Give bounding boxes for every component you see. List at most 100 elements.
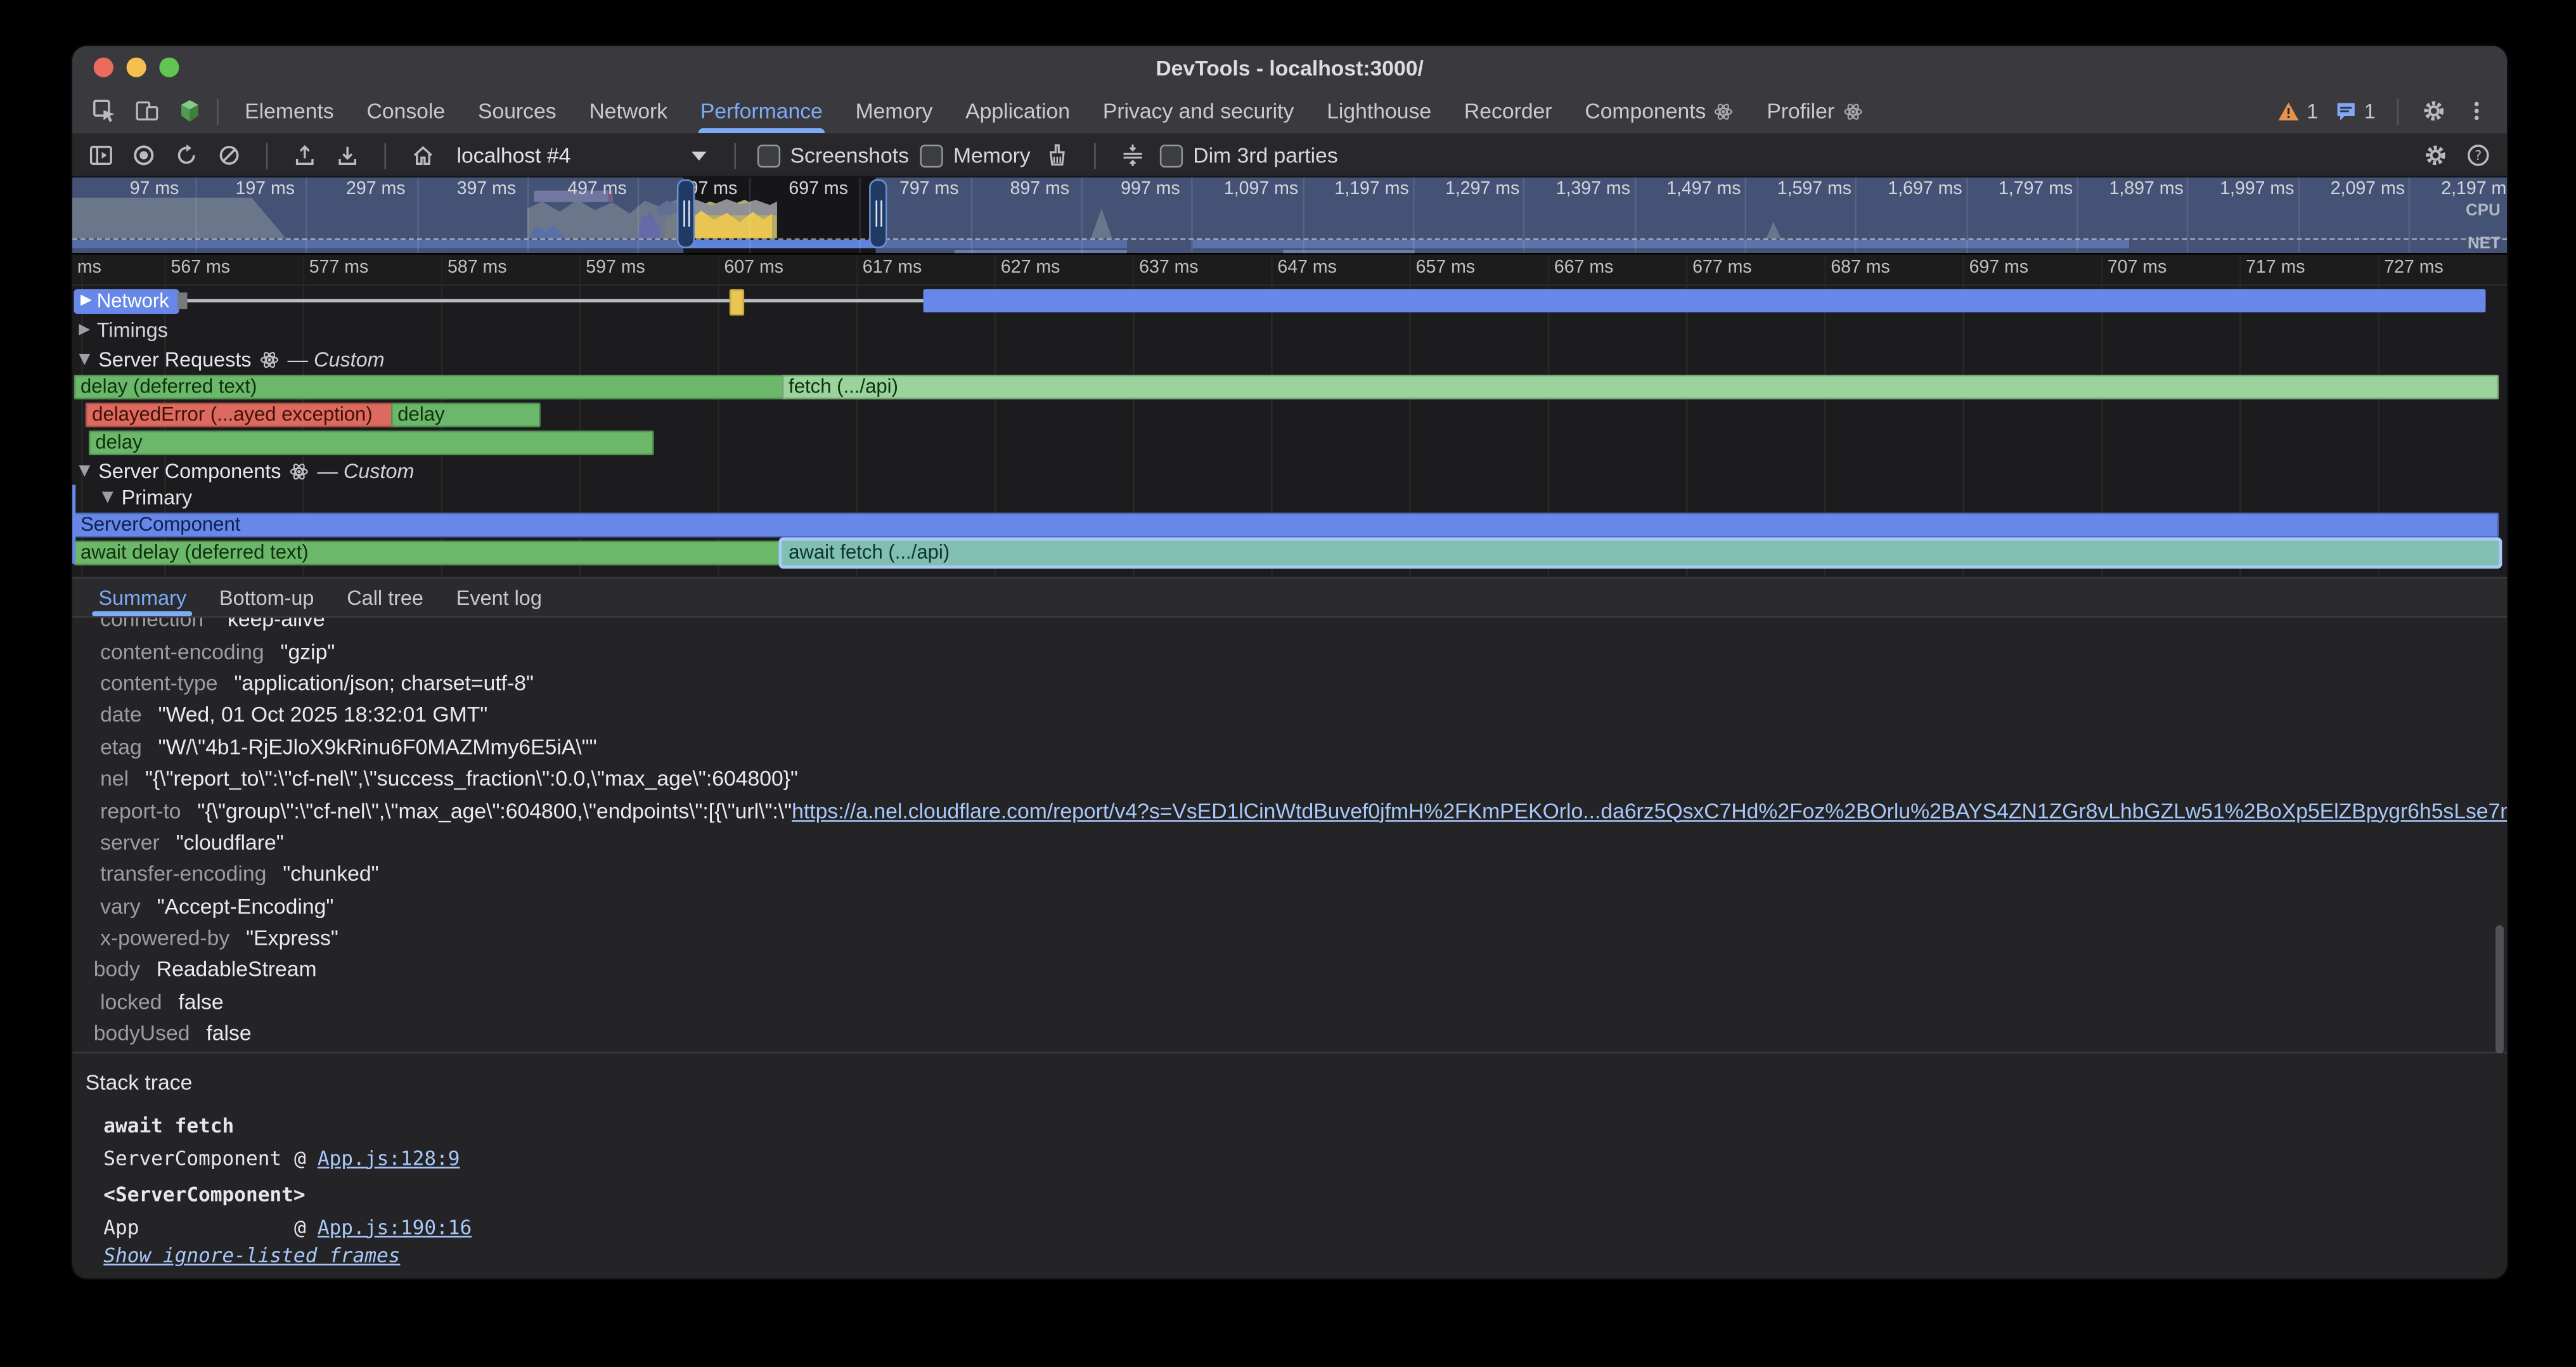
network-request-block[interactable] — [730, 289, 744, 315]
report-endpoint-link[interactable]: https://a.nel.cloudflare.com/report/v4?s… — [792, 798, 2507, 822]
download-profile-icon[interactable] — [332, 139, 363, 171]
stack-frame-function: <ServerComponent> — [103, 1184, 294, 1207]
tab-lighthouse[interactable]: Lighthouse — [1310, 89, 1448, 133]
timings-track[interactable]: ▶ Timings — [72, 316, 2507, 346]
overview-gridline — [1523, 178, 1525, 253]
flame-row: await delay (deferred text)await fetch (… — [72, 539, 2507, 567]
net-track-tag: NET — [2468, 235, 2501, 254]
overview-gridline — [1413, 178, 1415, 253]
show-ignore-listed-frames-link[interactable]: Show ignore-listed frames — [103, 1245, 2507, 1267]
tab-performance[interactable]: Performance — [684, 89, 839, 133]
track-resize-grip[interactable] — [177, 292, 188, 309]
range-handle-right[interactable] — [869, 179, 887, 249]
primary-subtrack-header[interactable]: ▼ Primary — [72, 485, 2507, 511]
checkbox-box — [920, 144, 943, 167]
flame-bar-servercomponent[interactable]: ServerComponent — [74, 512, 2499, 536]
react-atom-icon — [289, 461, 309, 481]
property-row: etag"W/\"4b1-RjEJloX9kRinu6F0MAZMmy6E5iA… — [92, 730, 2507, 762]
flame-bar-delay[interactable]: delay — [89, 430, 654, 455]
source-location-link[interactable]: App.js:128:9 — [318, 1146, 460, 1169]
overview-time-label: 97 ms — [130, 179, 179, 199]
tab-console[interactable]: Console — [351, 89, 461, 133]
overview-gridline — [2077, 178, 2078, 253]
collect-garbage-icon[interactable] — [1042, 139, 1073, 171]
overview-time-label: 1,197 ms — [1334, 179, 1408, 199]
flame-bar-fetch-api[interactable]: fetch (.../api) — [782, 374, 2499, 399]
record-button[interactable] — [128, 139, 159, 171]
tab-profiler[interactable]: Profiler — [1750, 89, 1879, 133]
property-value: ReadableStream — [157, 957, 317, 982]
dim-3rd-parties-checkbox[interactable]: Dim 3rd parties — [1160, 143, 1337, 167]
property-value: false — [206, 1021, 251, 1046]
divider — [2397, 98, 2399, 124]
tab-summary[interactable]: Summary — [82, 578, 203, 616]
tab-network[interactable]: Network — [573, 89, 684, 133]
property-value: "cloudflare" — [176, 830, 284, 855]
clear-button[interactable] — [214, 139, 245, 171]
warnings-indicator[interactable]: 1 — [2272, 100, 2323, 122]
close-button[interactable] — [94, 58, 113, 77]
tab-application[interactable]: Application — [949, 89, 1086, 133]
tab-event-log[interactable]: Event log — [440, 578, 558, 616]
flame-bar-delay-deferred-text[interactable]: delay (deferred text) — [74, 374, 789, 399]
react-atom-icon — [260, 349, 280, 369]
capture-settings-gear-icon[interactable] — [2420, 139, 2451, 171]
history-dropdown[interactable]: localhost #4 — [450, 139, 713, 171]
tab-components[interactable]: Components — [1568, 89, 1750, 133]
tab-sources[interactable]: Sources — [461, 89, 572, 133]
upload-profile-icon[interactable] — [289, 139, 320, 171]
kebab-menu-icon[interactable] — [2457, 93, 2494, 129]
flame-bar-delayederror-ayed-exception[interactable]: delayedError (...ayed exception) — [86, 402, 402, 427]
toggle-sidebar-icon[interactable] — [86, 139, 117, 171]
reload-and-record-button[interactable] — [171, 139, 202, 171]
property-key: x-powered-by — [100, 925, 229, 950]
extension-gem-icon[interactable] — [171, 93, 207, 129]
property-value: "chunked" — [283, 862, 378, 886]
shortcuts-dialog-icon[interactable] — [1117, 139, 1149, 171]
issues-indicator[interactable]: 1 — [2329, 100, 2380, 122]
timeline-overview[interactable]: 97 ms197 ms297 ms397 ms497 ms597 ms697 m… — [72, 178, 2507, 255]
ruler-time-label: 667 ms — [1554, 258, 1614, 278]
settings-gear-icon[interactable] — [2415, 93, 2451, 129]
inspect-element-icon[interactable] — [86, 93, 122, 129]
memory-checkbox[interactable]: Memory — [920, 143, 1031, 167]
network-track[interactable]: ▶ Network — [72, 286, 2507, 316]
tab-recorder[interactable]: Recorder — [1448, 89, 1568, 133]
source-location-link[interactable]: App.js:190:16 — [318, 1215, 472, 1238]
device-toolbar-icon[interactable] — [128, 93, 164, 129]
devtools-window: DevTools - localhost:3000/ ElementsConso… — [70, 44, 2508, 1280]
property-key: report-to — [100, 798, 181, 822]
server-requests-track-header[interactable]: ▼ Server Requests — Custom — [72, 345, 2507, 373]
stack-frame-function: await fetch — [103, 1115, 294, 1137]
tab-privacy-and-security[interactable]: Privacy and security — [1086, 89, 1310, 133]
screenshots-label: Screenshots — [790, 143, 909, 167]
summary-pane: connection"keep-alive"content-encoding"g… — [72, 618, 2507, 1279]
ruler-time-label: 617 ms — [863, 258, 922, 278]
home-icon[interactable] — [408, 139, 439, 171]
memory-label: Memory — [953, 143, 1031, 167]
scrollbar-thumb[interactable] — [2496, 925, 2504, 1053]
minimize-button[interactable] — [127, 58, 146, 77]
overview-gridline — [1966, 178, 1968, 253]
flame-bar-await-fetch-api[interactable]: await fetch (.../api) — [782, 540, 2499, 564]
property-key: connection — [100, 618, 203, 632]
tab-bottom-up[interactable]: Bottom-up — [203, 578, 330, 616]
overview-gridline — [1192, 178, 1194, 253]
network-request-bar[interactable] — [924, 289, 2486, 312]
tab-elements[interactable]: Elements — [228, 89, 350, 133]
tab-call-tree[interactable]: Call tree — [330, 578, 439, 616]
property-key: etag — [100, 734, 142, 759]
property-row: bodyReadableStream — [92, 954, 2507, 985]
property-key: content-encoding — [100, 638, 264, 663]
fullscreen-button[interactable] — [159, 58, 179, 77]
flame-bar-delay[interactable]: delay — [391, 402, 541, 427]
screenshots-checkbox[interactable]: Screenshots — [757, 143, 909, 167]
network-track-label[interactable]: ▶ Network — [74, 288, 179, 313]
server-components-track-header[interactable]: ▼ Server Components — Custom — [72, 457, 2507, 485]
property-value: "keep-alive" — [220, 618, 333, 632]
tab-memory[interactable]: Memory — [839, 89, 950, 133]
help-icon[interactable]: ? — [2463, 139, 2494, 171]
range-handle-left[interactable] — [677, 179, 695, 249]
flame-bar-await-delay-deferred-text[interactable]: await delay (deferred text) — [74, 540, 789, 564]
overview-time-label: 1,897 ms — [2109, 179, 2184, 199]
